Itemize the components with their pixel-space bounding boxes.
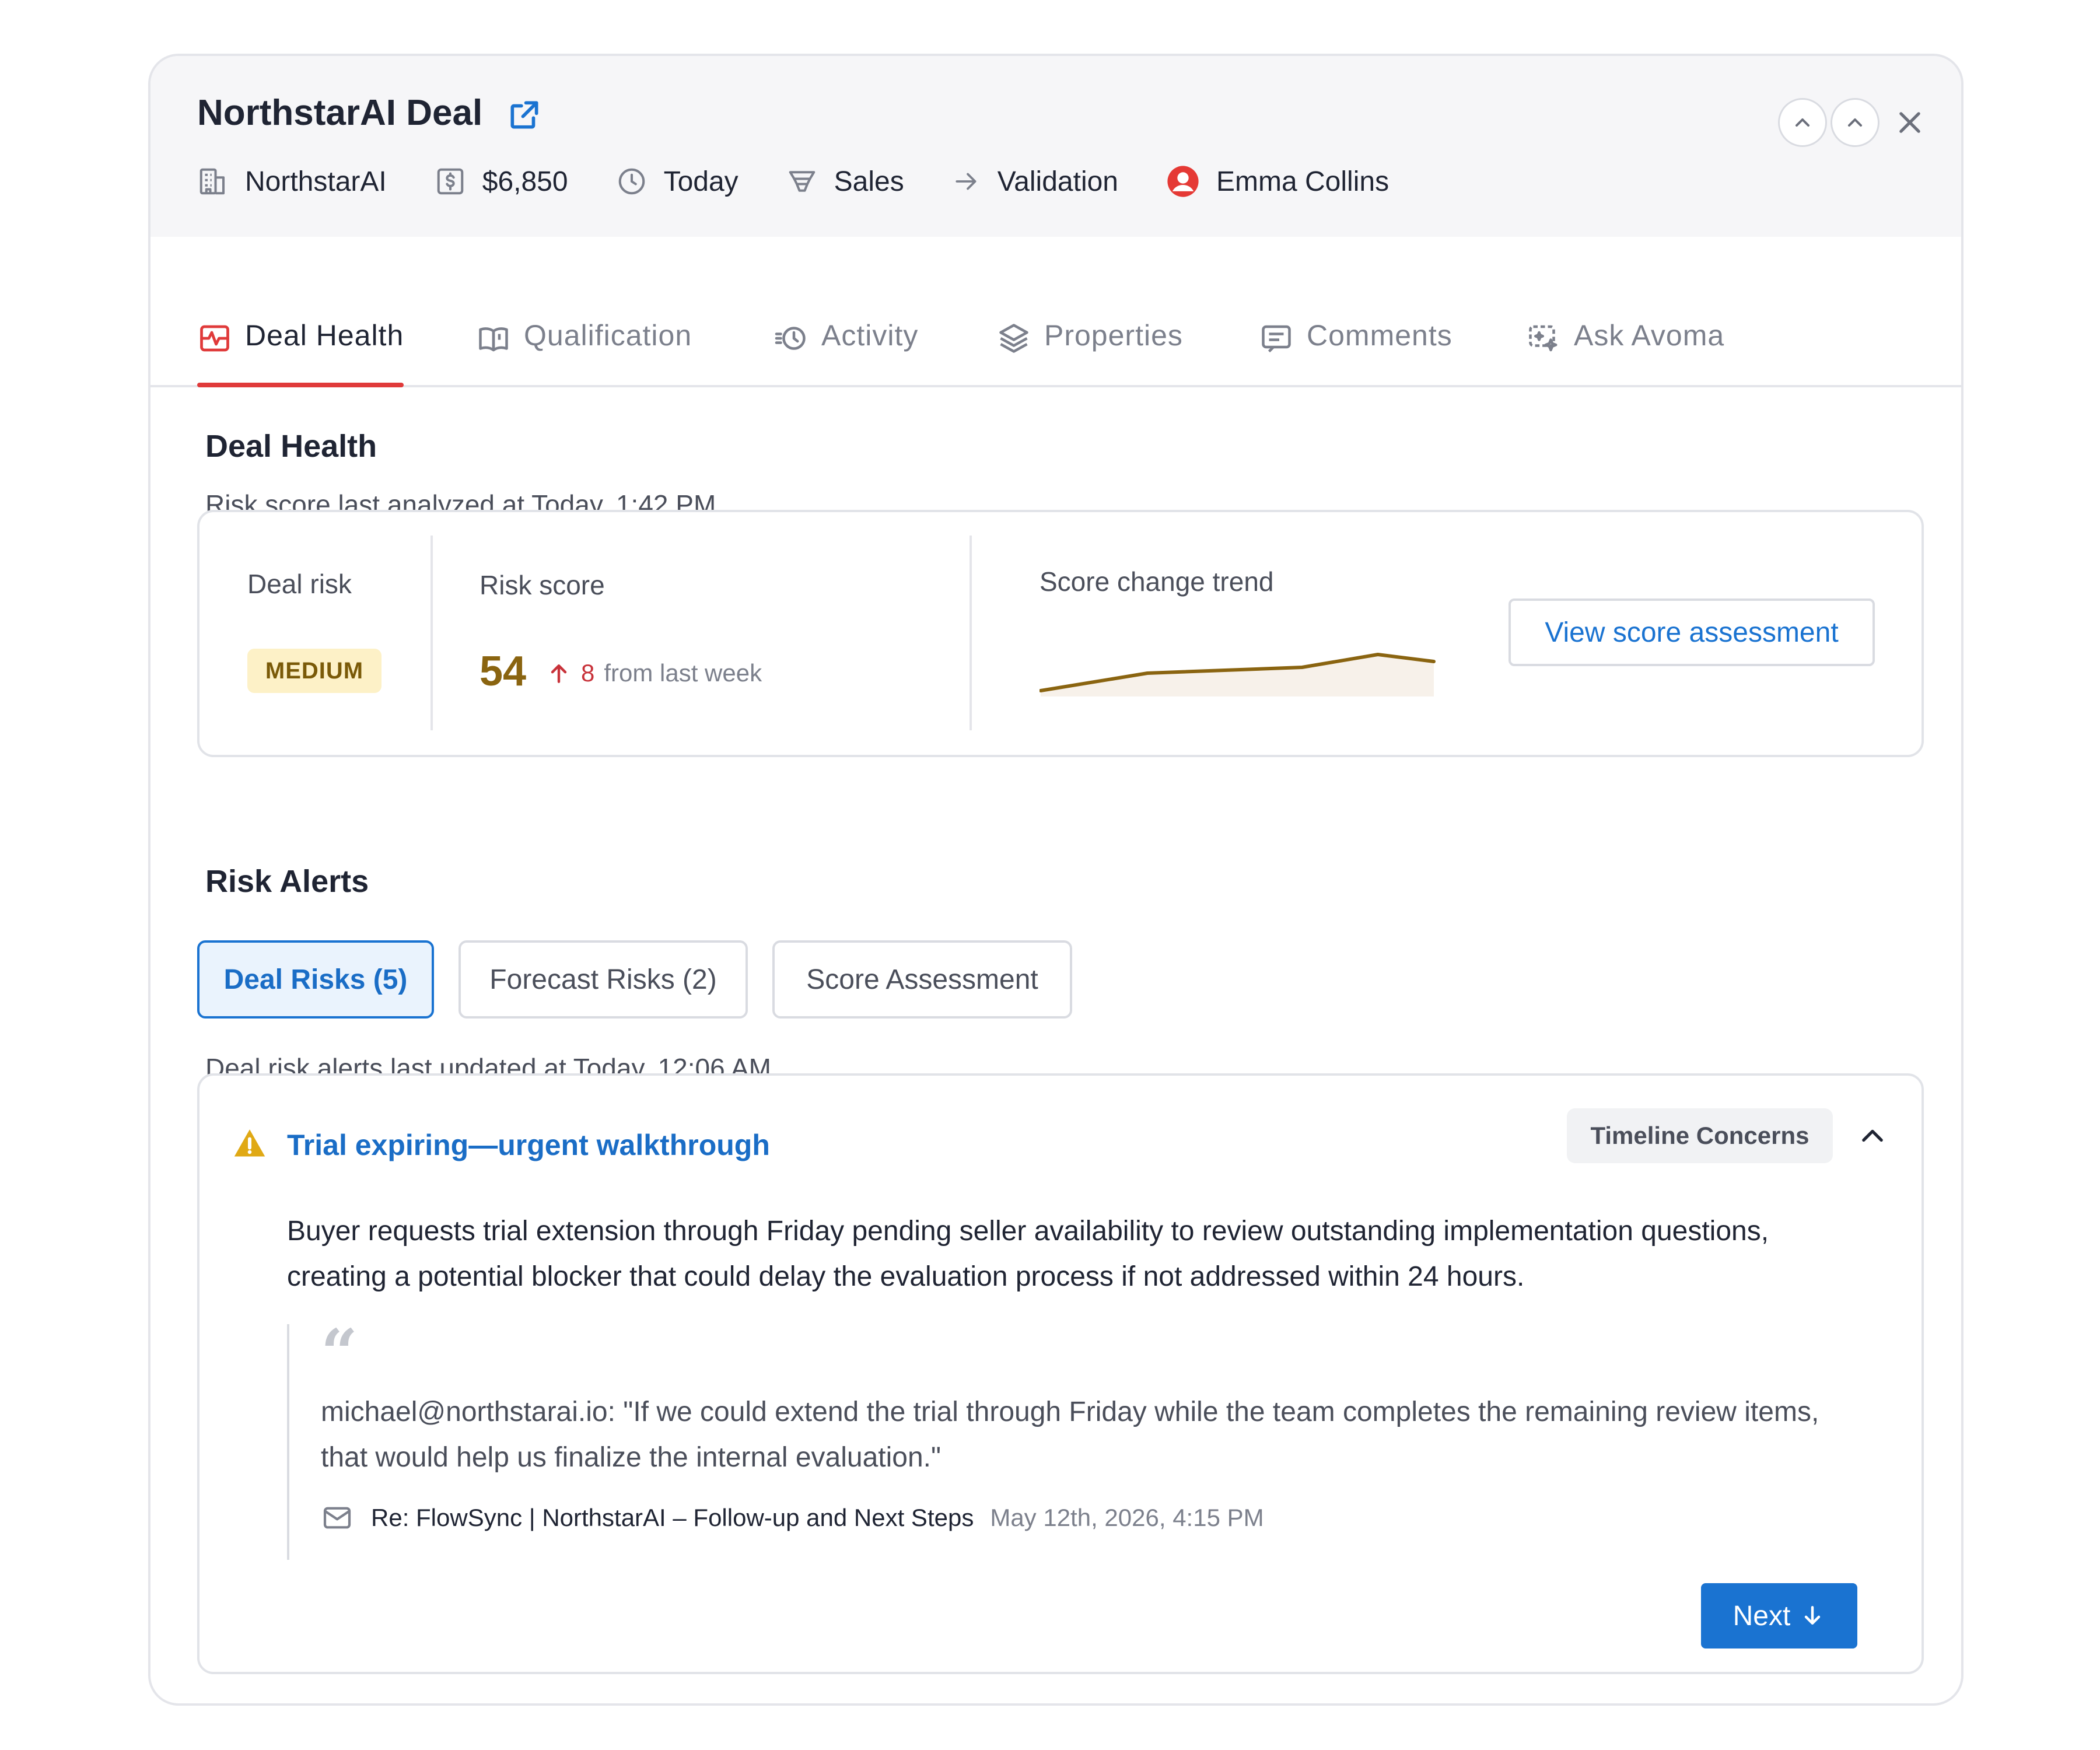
quote-bar <box>287 1324 289 1560</box>
deal-health-title: Deal Health <box>205 429 377 464</box>
meta-stage: Validation <box>952 166 1118 198</box>
warning-icon <box>234 1129 265 1157</box>
company-name: NorthstarAI <box>245 166 387 197</box>
next-alert-button[interactable]: Next <box>1701 1583 1857 1648</box>
deal-header: NorthstarAI Deal NorthstarAI $6,850 Toda… <box>150 56 1961 237</box>
deal-risk-label: Deal risk <box>247 569 352 599</box>
pill-deal-risks[interactable]: Deal Risks (5) <box>197 940 434 1019</box>
close-date: Today <box>663 166 738 197</box>
tab-label: Properties <box>1044 319 1183 352</box>
book-icon <box>479 327 508 352</box>
alert-title[interactable]: Trial expiring—urgent walkthrough <box>287 1128 770 1162</box>
mail-icon <box>323 1507 351 1529</box>
tab-qualification[interactable]: Qualification <box>476 318 692 387</box>
comment-icon <box>1262 325 1291 353</box>
deal-meta-row: NorthstarAI $6,850 Today Sales Validatio… <box>197 161 1437 202</box>
tab-bar: Deal Health Qualification Activity Prope… <box>150 237 1961 387</box>
tab-label: Activity <box>821 319 919 352</box>
arrow-up-icon <box>551 664 567 683</box>
alert-category-badge: Timeline Concerns <box>1567 1108 1833 1163</box>
external-link-icon[interactable] <box>506 97 542 133</box>
deal-panel: NorthstarAI Deal NorthstarAI $6,850 Toda… <box>148 54 1964 1706</box>
user-avatar-icon <box>1167 166 1199 197</box>
layers-icon <box>999 324 1028 353</box>
meta-amount: $6,850 <box>435 166 568 198</box>
trend-label: Score change trend <box>1040 566 1274 597</box>
tab-activity[interactable]: Activity <box>774 318 918 387</box>
tab-label: Ask Avoma <box>1574 319 1725 352</box>
owner-name: Emma Collins <box>1216 166 1390 197</box>
pill-forecast-risks[interactable]: Forecast Risks (2) <box>459 940 748 1019</box>
history-icon <box>775 327 806 350</box>
meta-pipeline: Sales <box>786 166 904 198</box>
meta-owner[interactable]: Emma Collins <box>1166 164 1389 198</box>
chevron-up-icon <box>1848 118 1862 127</box>
alert-quote: michael@northstarai.io: "If we could ext… <box>321 1396 1819 1473</box>
previous-deal-button[interactable] <box>1831 98 1880 147</box>
email-source[interactable]: Re: FlowSync | NorthstarAI – Follow-up a… <box>321 1502 1264 1534</box>
tab-label: Comments <box>1307 319 1452 352</box>
risk-score-value: 54 <box>480 648 527 695</box>
score-trend-sparkline <box>1040 653 1436 696</box>
ai-sparkle-icon <box>1529 325 1558 352</box>
chevron-up-icon <box>1796 118 1810 127</box>
delta-text: from last week <box>604 659 762 687</box>
deal-title: NorthstarAI Deal <box>197 93 483 133</box>
card-divider <box>970 536 972 730</box>
next-label: Next <box>1732 1600 1791 1632</box>
pill-score-assessment[interactable]: Score Assessment <box>772 940 1072 1019</box>
meta-company[interactable]: NorthstarAI <box>197 166 387 198</box>
delta-value: 8 <box>581 659 595 687</box>
tab-ask-avoma[interactable]: Ask Avoma <box>1526 318 1724 387</box>
arrow-down-icon <box>1805 1606 1821 1625</box>
close-icon[interactable] <box>1895 107 1925 138</box>
tab-label: Qualification <box>524 319 692 352</box>
stage-name: Validation <box>997 166 1118 197</box>
chevron-up-icon[interactable] <box>1857 1121 1888 1152</box>
risk-alert-card: Trial expiring—urgent walkthrough Timeli… <box>197 1073 1924 1674</box>
view-score-assessment-button[interactable]: View score assessment <box>1508 598 1875 666</box>
heart-pulse-icon <box>200 325 229 352</box>
meta-close-date: Today <box>616 166 738 198</box>
tab-properties[interactable]: Properties <box>996 318 1183 387</box>
alert-description: Buyer requests trial extension through F… <box>287 1216 1769 1292</box>
previous-deal-button-alt[interactable] <box>1778 98 1827 147</box>
deal-risk-badge: MEDIUM <box>247 649 382 693</box>
deal-amount: $6,850 <box>482 166 568 197</box>
tab-label: Deal Health <box>245 319 404 352</box>
tab-comments[interactable]: Comments <box>1259 318 1452 387</box>
tab-deal-health[interactable]: Deal Health <box>197 318 404 387</box>
risk-score-label: Risk score <box>480 570 605 600</box>
dollar-icon <box>437 168 464 195</box>
risk-score-card: Deal risk MEDIUM Risk score 54 8 from la… <box>197 510 1924 757</box>
funnel-icon <box>789 171 815 192</box>
quote-mark-icon: “ <box>321 1315 358 1390</box>
card-divider <box>430 536 433 730</box>
risk-alerts-title: Risk Alerts <box>205 864 369 899</box>
risk-score-delta: 8 from last week <box>546 659 762 687</box>
building-icon <box>200 168 225 195</box>
arrow-right-icon <box>956 173 977 190</box>
email-subject: Re: FlowSync | NorthstarAI – Follow-up a… <box>371 1504 974 1531</box>
email-date: May 12th, 2026, 4:15 PM <box>990 1504 1264 1531</box>
pipeline-name: Sales <box>834 166 904 197</box>
clock-icon <box>618 168 645 195</box>
